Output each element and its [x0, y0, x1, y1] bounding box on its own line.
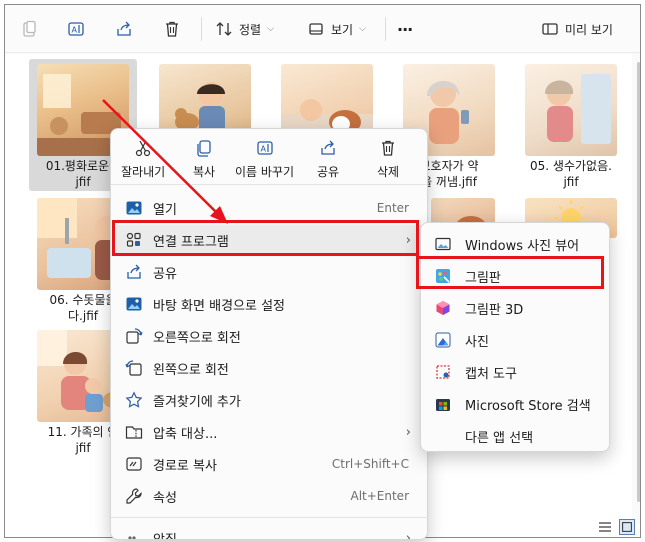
- large-icons-view-icon[interactable]: [619, 519, 635, 535]
- submenu-item-windows-photo-viewer[interactable]: Windows 사진 뷰어: [425, 229, 605, 259]
- chevron-right-icon: ›: [405, 424, 411, 440]
- trash-icon: [166, 21, 178, 37]
- preview-label: 미리 보기: [565, 22, 613, 37]
- menu-item-rotate-left[interactable]: 왼쪽으로 회전: [115, 353, 425, 383]
- open-with-icon: [126, 232, 141, 247]
- file-name: 05. 생수가없음. jfif: [530, 159, 612, 189]
- rotate-right-icon: [126, 328, 143, 344]
- menu-item-set-desktop-background[interactable]: 바탕 화면 배경으로 설정: [115, 289, 425, 319]
- sort-icon: [216, 22, 232, 36]
- star-icon: [125, 391, 143, 408]
- rename-menu-button[interactable]: A 이름 바꾸기: [235, 139, 294, 180]
- submenu-item-photos[interactable]: 사진: [425, 325, 605, 355]
- rename-icon: A: [256, 141, 273, 155]
- share-label: 공유: [317, 165, 340, 179]
- share-icon: [321, 140, 335, 155]
- copy-icon: [197, 140, 211, 157]
- submenu-item-choose-another-app[interactable]: 다른 앱 선택: [425, 421, 605, 451]
- more-options-button[interactable]: ···: [397, 17, 413, 41]
- copy-button[interactable]: 복사: [193, 139, 215, 180]
- file-thumbnail[interactable]: [525, 64, 617, 156]
- cut-button[interactable]: 잘라내기: [121, 139, 165, 180]
- menu-item-open[interactable]: 열기 Enter: [115, 193, 425, 223]
- toolbar-divider: [385, 17, 386, 41]
- sort-button[interactable]: 정렬 ⌵: [215, 17, 274, 41]
- view-button[interactable]: 보기 ⌵: [307, 17, 366, 41]
- menu-item-share[interactable]: 공유: [115, 257, 425, 287]
- menu-item-rotate-right[interactable]: 오른쪽으로 회전: [115, 321, 425, 351]
- clipboard-icon: [23, 20, 36, 37]
- menu-separator: [111, 517, 427, 518]
- photos-icon: [435, 332, 451, 348]
- rotate-left-icon: [125, 360, 142, 376]
- image-file-icon: [126, 297, 142, 311]
- more-icon: [128, 536, 136, 539]
- paint3d-icon: [436, 301, 450, 315]
- rename-icon: A: [68, 22, 84, 36]
- scissors-icon: [135, 140, 151, 157]
- photo-viewer-icon: [435, 237, 451, 251]
- snipping-tool-icon: [436, 365, 450, 379]
- copy-label: 복사: [193, 165, 216, 179]
- menu-item-open-with[interactable]: 연결 프로그램 ›: [115, 225, 425, 255]
- share-icon: [117, 21, 131, 36]
- cut-label: 잘라내기: [121, 165, 166, 179]
- zip-folder-icon: [125, 426, 143, 439]
- menu-item-copy-as-path[interactable]: 경로로 복사 Ctrl+Shift+C: [115, 449, 425, 479]
- scrollbar-thumb[interactable]: [637, 62, 640, 502]
- share-icon: [127, 264, 141, 279]
- menu-item-compress[interactable]: 압축 대상... ›: [115, 417, 425, 447]
- clipboard-button[interactable]: [21, 17, 39, 41]
- share-menu-button[interactable]: 공유: [317, 139, 339, 180]
- paint-icon: [436, 269, 450, 283]
- submenu-item-snipping-tool[interactable]: 캡처 도구: [425, 357, 605, 387]
- delete-label: 삭제: [377, 165, 400, 179]
- rename-button[interactable]: A: [67, 17, 85, 41]
- delete-menu-button[interactable]: 삭제: [377, 139, 399, 180]
- svg-text:A: A: [72, 26, 78, 35]
- submenu-item-paint-3d[interactable]: 그림판 3D: [425, 293, 605, 323]
- view-icon: [309, 23, 323, 35]
- chevron-down-icon: ⌵: [267, 24, 274, 34]
- image-file-icon: [126, 201, 142, 215]
- submenu-item-store-search[interactable]: Microsoft Store 검색: [425, 389, 605, 419]
- rename-label: 이름 바꾸기: [235, 165, 295, 179]
- view-label: 보기: [331, 22, 354, 37]
- copy-path-icon: [126, 457, 142, 471]
- command-bar: A 정렬 ⌵ 보기 ⌵ ··· 미리 보기: [5, 5, 640, 53]
- menu-item-add-favorites[interactable]: 즐겨찾기에 추가: [115, 385, 425, 415]
- svg-text:A: A: [260, 145, 266, 154]
- open-with-submenu: Windows 사진 뷰어 그림판 그림판 3D 사진 캡처 도구 Micros…: [420, 222, 610, 452]
- context-menu: 잘라내기 복사 A 이름 바꾸기 공유 삭제 열기 Enter 연결 프로그램 …: [110, 128, 428, 540]
- toolbar-divider: [201, 17, 202, 41]
- context-menu-action-bar: 잘라내기 복사 A 이름 바꾸기 공유 삭제: [111, 129, 427, 185]
- details-view-icon[interactable]: [597, 519, 613, 535]
- menu-item-more[interactable]: 앙집 ›: [115, 523, 425, 540]
- sort-label: 정렬: [239, 22, 262, 37]
- store-icon: [436, 399, 450, 411]
- delete-button[interactable]: [163, 17, 181, 41]
- menu-item-properties[interactable]: 속성 Alt+Enter: [115, 481, 425, 511]
- wrench-icon: [126, 488, 142, 504]
- trash-icon: [382, 140, 395, 156]
- chevron-right-icon: ›: [405, 232, 411, 248]
- submenu-item-paint[interactable]: 그림판: [425, 261, 605, 291]
- preview-pane-icon: [542, 23, 558, 35]
- chevron-right-icon: ›: [405, 530, 411, 540]
- chevron-down-icon: ⌵: [359, 24, 366, 34]
- share-button[interactable]: [115, 17, 133, 41]
- vertical-scrollbar[interactable]: [632, 54, 640, 524]
- preview-pane-button[interactable]: 미리 보기: [541, 17, 613, 41]
